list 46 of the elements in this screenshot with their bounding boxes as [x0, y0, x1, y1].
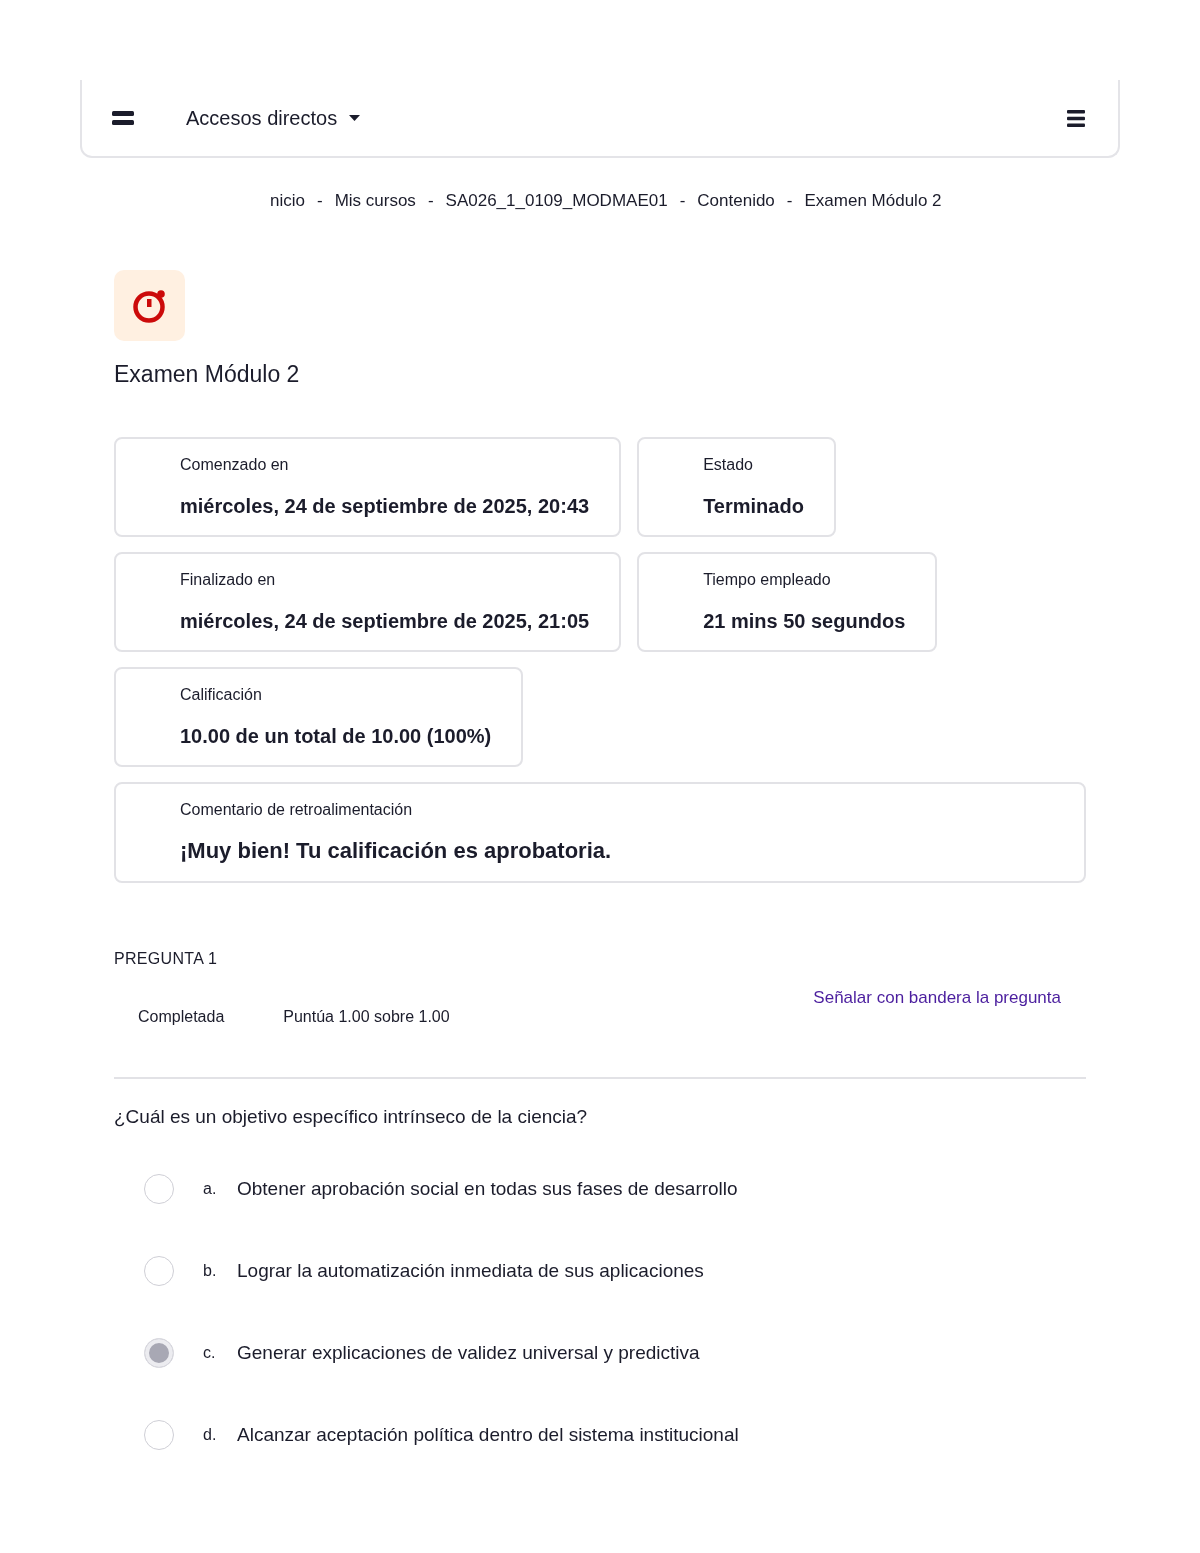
question-number: PREGUNTA 1 — [114, 949, 219, 969]
summary-label: Tiempo empleado — [703, 570, 832, 590]
summary-value: Terminado — [703, 494, 804, 519]
option-letter: c. — [203, 1343, 217, 1363]
option-letter: d. — [203, 1425, 218, 1445]
feedback-label: Comentario de retroalimentación — [180, 800, 414, 820]
summary-label: Comenzado en — [180, 455, 290, 475]
radio-button[interactable] — [144, 1338, 174, 1368]
summary-value: 10.00 de un total de 10.00 (100%) — [180, 724, 492, 749]
summary-value: miércoles, 24 de septiembre de 2025, 20:43 — [180, 494, 590, 519]
stopwatch-icon — [114, 270, 185, 341]
breadcrumb-link[interactable]: Contenido — [697, 190, 775, 212]
question-status: Completada — [138, 1007, 225, 1027]
breadcrumb-separator: - — [679, 190, 686, 212]
radio-button[interactable] — [144, 1420, 174, 1450]
summary-label: Estado — [703, 455, 754, 475]
radio-button[interactable] — [144, 1256, 174, 1286]
summary-label: Calificación — [180, 685, 263, 705]
menu-icon — [1067, 109, 1085, 127]
flag-question-link[interactable]: Señalar con bandera la pregunta — [813, 987, 1061, 1009]
option-letter: b. — [203, 1261, 218, 1281]
breadcrumb-separator: - — [427, 190, 434, 212]
breadcrumb-link[interactable]: Examen Módulo 2 — [804, 190, 942, 212]
menu-button[interactable] — [1067, 109, 1085, 127]
summary-label: Finalizado en — [180, 570, 277, 590]
breadcrumb-separator: - — [786, 190, 793, 212]
summary-value: 21 mins 50 segundos — [703, 609, 906, 634]
breadcrumb-link[interactable]: Mis cursos — [334, 190, 416, 212]
summary-value: miércoles, 24 de septiembre de 2025, 21:05 — [180, 609, 590, 634]
breadcrumb-link[interactable]: nicio — [270, 190, 305, 212]
question-text: ¿Cuál es un objetivo específico intrínseco de la ciencia? — [114, 1105, 589, 1129]
option-text: Generar explicaciones de validez universal y predictiva — [237, 1341, 700, 1365]
activity-title: Examen Módulo 2 — [114, 360, 301, 388]
shortcuts-dropdown[interactable]: Accesos directos — [186, 106, 361, 130]
radio-button[interactable] — [144, 1174, 174, 1204]
question-grade: Puntúa 1.00 sobre 1.00 — [283, 1007, 450, 1027]
option-text: Obtener aprobación social en todas sus fases de desarrollo — [237, 1177, 738, 1201]
option-text: Lograr la automatización inmediata de sus aplicaciones — [237, 1259, 704, 1283]
option-text: Alcanzar aceptación política dentro del sistema institucional — [237, 1423, 739, 1447]
breadcrumb-link[interactable]: SA026_1_0109_MODMAE01 — [445, 190, 668, 212]
feedback-value: ¡Muy bien! Tu calificación es aprobatoria. — [180, 837, 613, 865]
caret-icon — [349, 115, 361, 121]
sidebar-toggle-button[interactable] — [112, 111, 134, 125]
option-letter: a. — [203, 1179, 218, 1199]
breadcrumb-separator: - — [316, 190, 323, 212]
double-bar-icon — [112, 111, 134, 125]
